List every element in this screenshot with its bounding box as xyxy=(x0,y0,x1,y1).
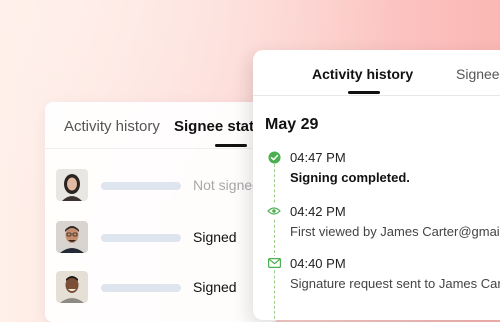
signee-status-text: Signed xyxy=(193,279,237,295)
event-description: Signature request sent to James Carter@ xyxy=(290,276,500,291)
signee-status-text: Not signed xyxy=(193,177,260,193)
signee-name-placeholder xyxy=(101,182,181,190)
signee-status-card: Activity history Signee status Not signe… xyxy=(45,102,280,322)
check-circle-icon xyxy=(267,150,281,164)
signee-status-text: Signed xyxy=(193,229,237,245)
signee-name-placeholder xyxy=(101,284,181,292)
tab-signee-status[interactable]: Signee status xyxy=(456,66,500,82)
event-time: 04:42 PM xyxy=(290,204,346,219)
tab-activity-history[interactable]: Activity history xyxy=(312,66,413,82)
activity-history-card: Activity history Signee status May 29 04… xyxy=(253,50,500,320)
activity-date-heading: May 29 xyxy=(265,116,319,133)
event-description: Signing completed. xyxy=(290,170,410,185)
tab-activity-history[interactable]: Activity history xyxy=(64,118,160,135)
envelope-icon xyxy=(267,256,281,270)
avatar xyxy=(56,271,88,303)
signee-name-placeholder xyxy=(101,234,181,242)
active-tab-indicator xyxy=(348,91,380,94)
event-time: 04:47 PM xyxy=(290,150,346,165)
avatar xyxy=(56,169,88,201)
eye-icon xyxy=(267,204,281,218)
event-time: 04:40 PM xyxy=(290,256,346,271)
active-tab-indicator xyxy=(215,144,247,147)
signee-card-tabbar: Activity history Signee status xyxy=(45,102,280,149)
signee-row[interactable]: Not signed xyxy=(56,169,280,203)
timeline-connector xyxy=(274,164,275,320)
avatar xyxy=(56,221,88,253)
event-description: First viewed by James Carter@gmail.com xyxy=(290,224,500,239)
signee-row[interactable]: Signed xyxy=(56,221,280,255)
activity-card-tabbar: Activity history Signee status xyxy=(253,50,500,96)
